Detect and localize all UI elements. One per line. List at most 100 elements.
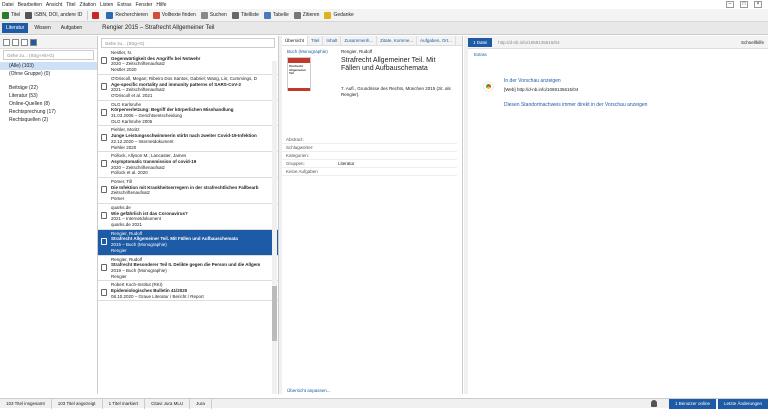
- view-icon[interactable]: [30, 38, 37, 46]
- plus-icon: [2, 11, 9, 19]
- menu-zitation[interactable]: Zitation: [80, 2, 96, 8]
- tab-wissen[interactable]: Wissen: [30, 23, 54, 33]
- preview-pane: 1 Datei http://d-nb.info/1069135615/04 S…: [468, 36, 768, 394]
- titelliste-button[interactable]: Titelliste: [231, 11, 259, 19]
- list-item-selected[interactable]: Rengier, Rudolf Strafrecht Allgemeiner Te…: [98, 229, 278, 256]
- menu-fenster[interactable]: Fenster: [135, 2, 152, 8]
- preview-toolbar: 1 Datei http://d-nb.info/1069135615/04 S…: [468, 36, 768, 49]
- category-item[interactable]: Beiträge (22): [0, 84, 97, 92]
- add-icon[interactable]: [3, 38, 10, 46]
- tab-aufgaben[interactable]: Aufgaben: [57, 23, 86, 33]
- recherchieren-button[interactable]: Recherchieren: [106, 11, 148, 19]
- tab-inhalt[interactable]: Inhalt: [323, 36, 342, 45]
- tab-uebersicht[interactable]: Übersicht: [282, 36, 309, 45]
- status-shown: 103 Titel angezeigt: [52, 398, 103, 409]
- list-item[interactable]: Robert Koch-Institut (RKI) Epidemiologisc…: [98, 281, 278, 302]
- status-total: 103 Titel insgesamt: [0, 398, 52, 409]
- list-scrollbar[interactable]: [272, 61, 277, 394]
- web-document-icon: [101, 211, 107, 219]
- search-icon: [200, 11, 208, 19]
- list-item[interactable]: Nestler, N. Gegenwärtigkeit des Angriffs …: [98, 49, 278, 75]
- breadcrumb: Rengier 2015 – Strafrecht Allgemeiner Te…: [102, 25, 215, 31]
- menu-bearbeiten[interactable]: Bearbeiten: [18, 2, 42, 8]
- idea-icon: [324, 11, 332, 19]
- status-citation-style[interactable]: Citavi Jura MLU: [145, 398, 191, 409]
- book-icon: [101, 263, 107, 271]
- settings-icon[interactable]: [12, 38, 19, 46]
- tab-zitate[interactable]: Zitate, Komme...: [377, 36, 418, 45]
- chrome-icon: [484, 82, 493, 91]
- list-scrollbar-thumb[interactable]: [272, 286, 277, 341]
- tab-literatur[interactable]: Literatur: [2, 23, 29, 33]
- globe-icon: [106, 11, 114, 19]
- category-item[interactable]: (Alle) (103): [0, 62, 97, 70]
- title-search-input[interactable]: Gehe zu... (Strg+G): [101, 38, 275, 48]
- quickhelp-link[interactable]: Schnellhilfe: [741, 40, 764, 45]
- quote-icon: [293, 11, 301, 19]
- menu-bar: Datei Bearbeiten Ansicht Titel Zitation …: [0, 0, 768, 9]
- tab-titel[interactable]: Titel: [308, 36, 324, 45]
- status-language[interactable]: Jura: [190, 398, 212, 409]
- list-item[interactable]: Pollock, Allyson M.; Lancaster, James Asy…: [98, 152, 278, 179]
- list-item[interactable]: Pömer, Till Die Infektion mit Krankheitse…: [98, 178, 278, 204]
- status-marked: 1 Titel markiert: [103, 398, 146, 409]
- bell-icon[interactable]: [650, 400, 657, 407]
- list-item[interactable]: OLG Karlsruhe Körperverletzung: Begriff d…: [98, 101, 278, 127]
- customize-link[interactable]: Übersicht anpassen...: [287, 388, 331, 393]
- menu-extras[interactable]: Extras: [117, 2, 131, 8]
- reference-type[interactable]: Buch (Monographie): [287, 49, 335, 54]
- menu-titel[interactable]: Titel: [66, 2, 75, 8]
- isbn-button[interactable]: ISBN, DOI, andere ID: [25, 11, 82, 19]
- list-item[interactable]: quarks.de Wie gefährlich ist das Coronavi…: [98, 204, 278, 230]
- maximize-icon[interactable]: □: [740, 1, 748, 8]
- field-row: Keine Aufgaben: [282, 168, 457, 176]
- category-item[interactable]: Rechtsquellen (2): [0, 116, 97, 124]
- preview-url: http://d-nb.info/1069135615/04: [498, 39, 560, 45]
- list-item[interactable]: O'Driscoll, Megan; Ribeiro Dos Santos, G…: [98, 75, 278, 101]
- category-toolbar: [0, 36, 97, 49]
- menu-datei[interactable]: Datei: [2, 2, 14, 8]
- detail-pane: Übersicht Titel Inhalt Zusammenh... Zita…: [282, 36, 463, 394]
- tabelle-button[interactable]: Tabelle: [263, 11, 289, 19]
- book-info: 7. Aufl., Grundrisse des Rechts, München…: [341, 86, 451, 97]
- menu-ansicht[interactable]: Ansicht: [46, 2, 62, 8]
- document-icon: [101, 82, 107, 90]
- category-pane: Gehe zu... (Strg+Alt+G) (Alle) (103) (Oh…: [0, 36, 98, 394]
- tab-aufgaben[interactable]: Aufgaben, Ort...: [417, 36, 456, 45]
- volltexte-button[interactable]: Volltexte finden: [152, 11, 196, 19]
- book-icon: [101, 237, 107, 245]
- users-online-button[interactable]: 1 Benutzer online: [668, 398, 716, 409]
- zitieren-button[interactable]: Zitieren: [293, 11, 319, 19]
- category-item[interactable]: Rechtsprechung (17): [0, 108, 97, 116]
- title-list: Nestler, N. Gegenwärtigkeit des Angriffs …: [98, 49, 278, 302]
- book-cover: Strafrecht Allgemeiner Teil: [287, 57, 311, 91]
- recent-changes-button[interactable]: Letzte Änderungen: [717, 398, 768, 409]
- detail-tabs: Übersicht Titel Inhalt Zusammenh... Zita…: [282, 36, 462, 46]
- web-document-icon: [101, 134, 107, 142]
- delete-icon: [92, 11, 100, 19]
- source-dropdown[interactable]: 1 Datei: [468, 37, 493, 47]
- category-item[interactable]: Literatur (53): [0, 92, 97, 100]
- extras-menu[interactable]: Extras: [468, 49, 768, 60]
- minimize-icon[interactable]: –: [726, 1, 734, 8]
- menu-hilfe[interactable]: Hilfe: [156, 2, 166, 8]
- list-item[interactable]: Piehler, Moritz Junge Leistungsschwimmeri…: [98, 126, 278, 153]
- suchen-button[interactable]: Suchen: [200, 11, 227, 19]
- category-item[interactable]: Online-Quellen (8): [0, 100, 97, 108]
- menu-listen[interactable]: Listen: [100, 2, 113, 8]
- category-item[interactable]: (Ohne Gruppe) (0): [0, 70, 97, 78]
- new-title-button[interactable]: Titel: [2, 11, 20, 19]
- always-preview-link[interactable]: Diesen Standortnachweis immer direkt in …: [504, 102, 647, 108]
- document-icon: [101, 186, 107, 194]
- field-row: Schlagwörter:: [282, 144, 457, 152]
- tab-zusammenhang[interactable]: Zusammenh...: [341, 36, 378, 45]
- show-in-preview-link[interactable]: In der Vorschau anzeigen: [504, 78, 561, 84]
- delete-button[interactable]: [92, 11, 101, 19]
- gedanke-button[interactable]: Gedanke: [324, 11, 354, 19]
- window-controls: – □ ×: [726, 1, 766, 8]
- filter-icon[interactable]: [21, 38, 28, 46]
- list-item[interactable]: Rengier, Rudolf Strafrecht Besonderer Tei…: [98, 256, 278, 282]
- close-icon[interactable]: ×: [754, 1, 762, 8]
- category-search-input[interactable]: Gehe zu... (Strg+Alt+G): [3, 50, 94, 60]
- status-bar: 103 Titel insgesamt 103 Titel angezeigt …: [0, 398, 768, 409]
